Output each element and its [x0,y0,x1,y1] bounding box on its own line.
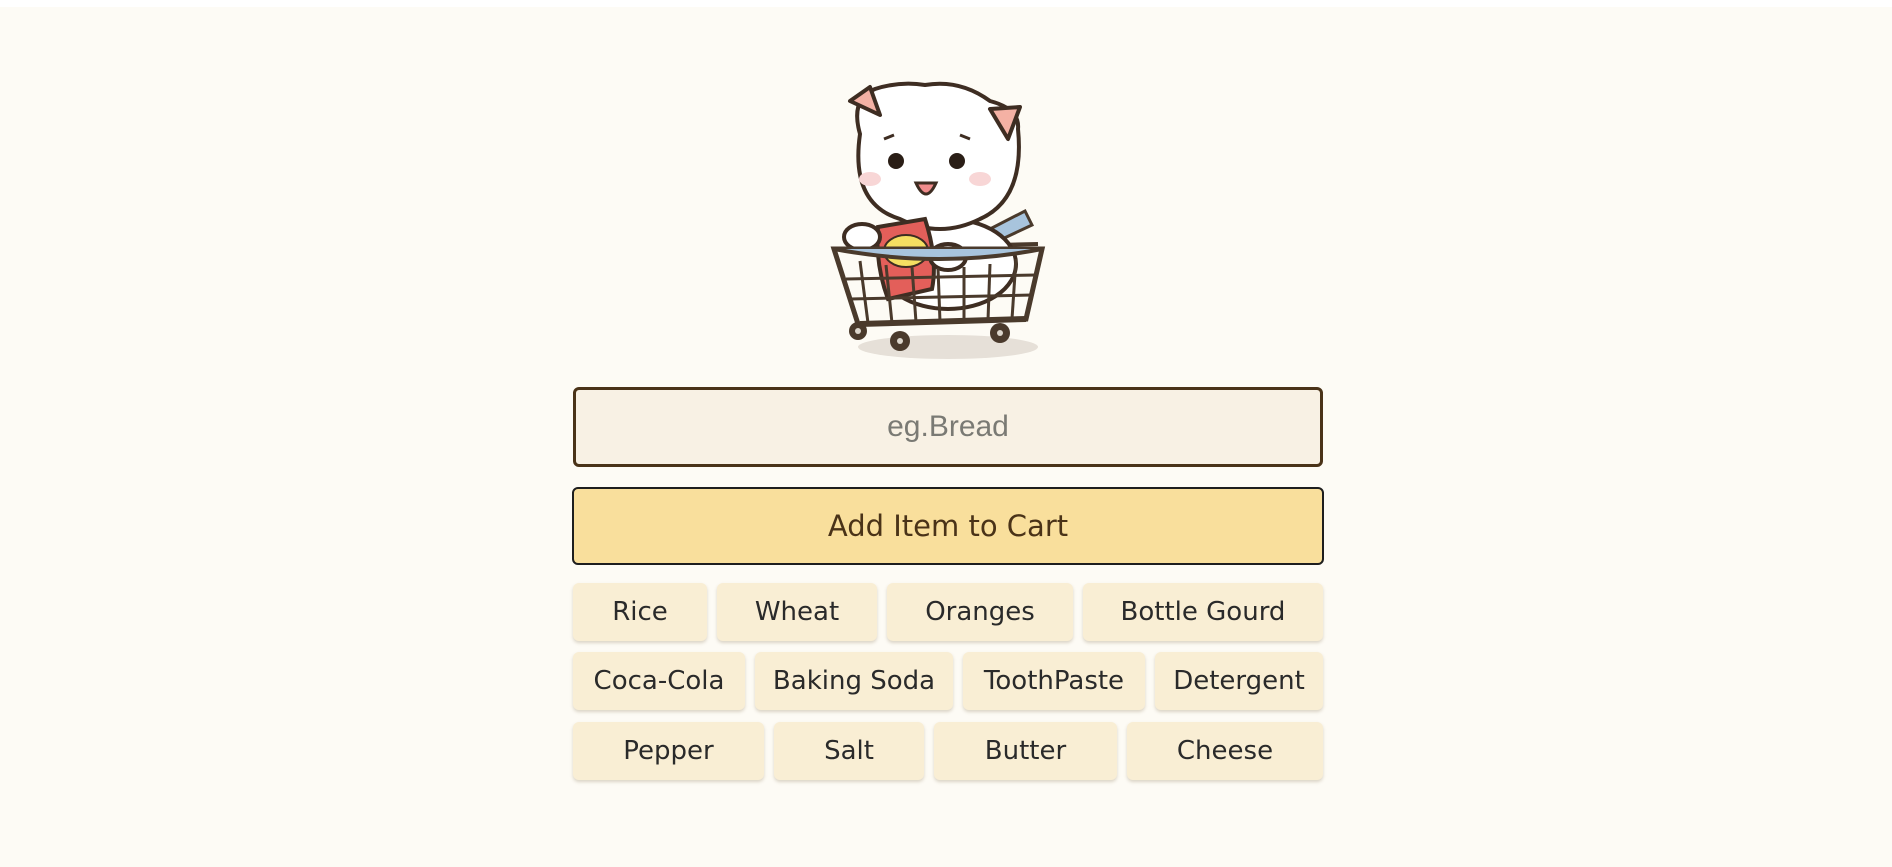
item-chip[interactable]: Pepper [573,722,764,780]
item-chip[interactable]: Bottle Gourd [1083,583,1323,641]
item-chip[interactable]: Detergent [1155,652,1323,710]
item-chip[interactable]: Butter [934,722,1117,780]
item-chip[interactable]: Cheese [1127,722,1323,780]
item-chip[interactable]: Coca-Cola [573,652,745,710]
add-item-to-cart-button[interactable]: Add Item to Cart [572,487,1324,565]
item-name-input[interactable] [573,387,1323,467]
item-chip[interactable]: Wheat [717,583,877,641]
item-chip[interactable]: Salt [774,722,924,780]
item-chip[interactable]: Baking Soda [755,652,953,710]
item-chip[interactable]: Oranges [887,583,1073,641]
item-chip[interactable]: Rice [573,583,707,641]
app-page: Add Item to Cart Rice Wheat Oranges Bott… [0,7,1892,867]
cat-in-shopping-cart-icon [830,81,1046,359]
item-chip[interactable]: ToothPaste [963,652,1145,710]
